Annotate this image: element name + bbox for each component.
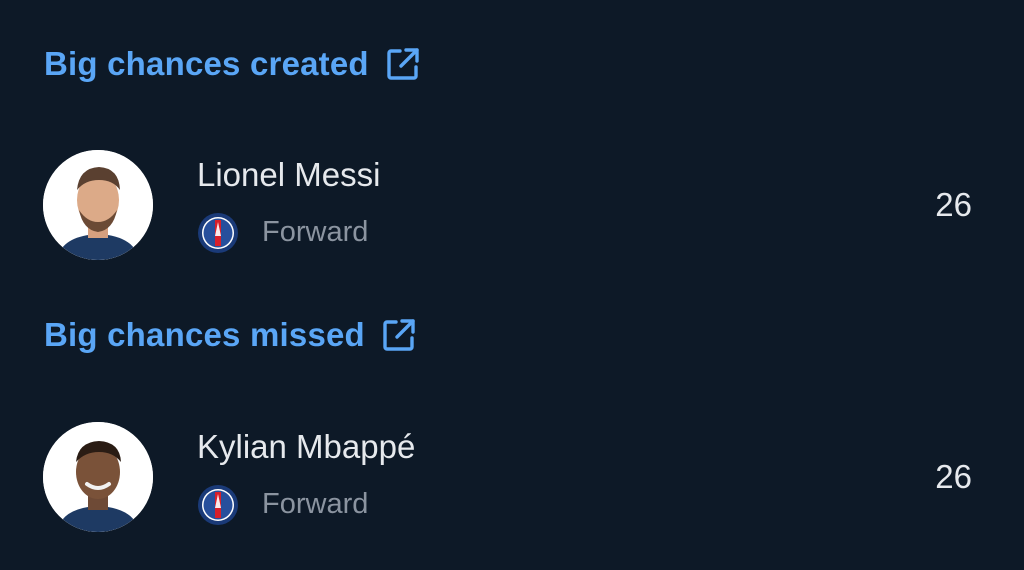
psg-badge-icon	[197, 212, 239, 254]
player-position: Forward	[262, 488, 369, 520]
player-avatar	[43, 422, 153, 532]
player-position: Forward	[262, 216, 369, 248]
section-title: Big chances missed	[44, 316, 365, 353]
player-row-mbappe[interactable]: Kylian Mbappé Forward 26	[0, 422, 1024, 542]
psg-badge-icon	[197, 484, 239, 526]
section-header-big-chances-missed[interactable]: Big chances missed	[44, 316, 417, 354]
section-title: Big chances created	[44, 45, 369, 82]
player-name: Lionel Messi	[197, 156, 381, 193]
section-header-big-chances-created[interactable]: Big chances created	[44, 45, 421, 83]
player-photo	[43, 150, 153, 260]
player-name: Kylian Mbappé	[197, 428, 416, 465]
stat-value: 26	[935, 186, 972, 223]
player-avatar	[43, 150, 153, 260]
stats-panel: Big chances created Lionel Messi Forward…	[0, 0, 1024, 570]
player-row-messi[interactable]: Lionel Messi Forward 26	[0, 150, 1024, 270]
player-photo	[43, 422, 153, 532]
external-link-icon[interactable]	[381, 317, 417, 353]
external-link-icon[interactable]	[385, 46, 421, 82]
stat-value: 26	[935, 458, 972, 495]
